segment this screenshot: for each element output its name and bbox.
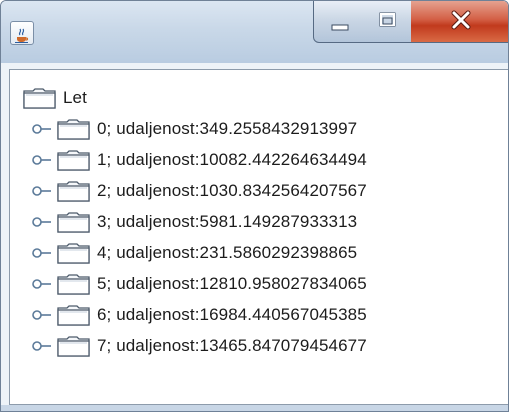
- tree-node-label: 1; udaljenost:10082.442264634494: [97, 150, 367, 169]
- tree-root-node[interactable]: Let: [23, 83, 87, 113]
- title-bar[interactable]: [1, 1, 508, 63]
- tree-node[interactable]: 1; udaljenost:10082.442264634494: [32, 145, 367, 175]
- folder-icon: [23, 87, 57, 109]
- collapsed-handle-icon[interactable]: [32, 184, 52, 198]
- tree-node-label: 3; udaljenost:5981.149287933313: [97, 212, 358, 231]
- minimize-button[interactable]: [313, 1, 364, 43]
- collapsed-handle-icon[interactable]: [32, 277, 52, 291]
- folder-icon: [57, 273, 91, 295]
- collapsed-handle-icon[interactable]: [32, 122, 52, 136]
- window-bottom-border: [1, 405, 508, 411]
- folder-icon: [57, 242, 91, 264]
- close-button[interactable]: [411, 1, 508, 43]
- maximize-icon: [379, 12, 396, 27]
- tree-node[interactable]: 4; udaljenost:231.5860292398865: [32, 238, 357, 268]
- java-cup-icon[interactable]: [10, 21, 34, 45]
- collapsed-handle-icon[interactable]: [32, 339, 52, 353]
- tree-root-label: Let: [63, 88, 87, 107]
- tree-node-label: 7; udaljenost:13465.847079454677: [97, 336, 367, 355]
- folder-icon: [57, 149, 91, 171]
- tree-node[interactable]: 2; udaljenost:1030.8342564207567: [32, 176, 367, 206]
- maximize-button[interactable]: [363, 1, 412, 43]
- folder-icon: [57, 180, 91, 202]
- tree-node-label: 0; udaljenost:349.2558432913997: [97, 119, 358, 138]
- tree-node[interactable]: 7; udaljenost:13465.847079454677: [32, 331, 367, 361]
- app-window: Let 0; udaljenost:349.2558432913997 1; u…: [0, 0, 509, 412]
- collapsed-handle-icon[interactable]: [32, 215, 52, 229]
- folder-icon: [57, 118, 91, 140]
- folder-icon: [57, 304, 91, 326]
- tree-node-label: 4; udaljenost:231.5860292398865: [97, 243, 358, 262]
- tree-node-label: 5; udaljenost:12810.958027834065: [97, 274, 367, 293]
- tree-node[interactable]: 5; udaljenost:12810.958027834065: [32, 269, 367, 299]
- collapsed-handle-icon[interactable]: [32, 308, 52, 322]
- tree-node[interactable]: 3; udaljenost:5981.149287933313: [32, 207, 357, 237]
- tree-node[interactable]: 0; udaljenost:349.2558432913997: [32, 114, 357, 144]
- close-icon: [451, 10, 471, 30]
- collapsed-handle-icon[interactable]: [32, 153, 52, 167]
- folder-icon: [57, 335, 91, 357]
- tree-view[interactable]: Let 0; udaljenost:349.2558432913997 1; u…: [9, 69, 508, 405]
- folder-icon: [57, 211, 91, 233]
- tree-node-label: 6; udaljenost:16984.440567045385: [97, 305, 367, 324]
- collapsed-handle-icon[interactable]: [32, 246, 52, 260]
- tree-node-label: 2; udaljenost:1030.8342564207567: [97, 181, 367, 200]
- minimize-icon: [331, 24, 349, 31]
- tree-node[interactable]: 6; udaljenost:16984.440567045385: [32, 300, 367, 330]
